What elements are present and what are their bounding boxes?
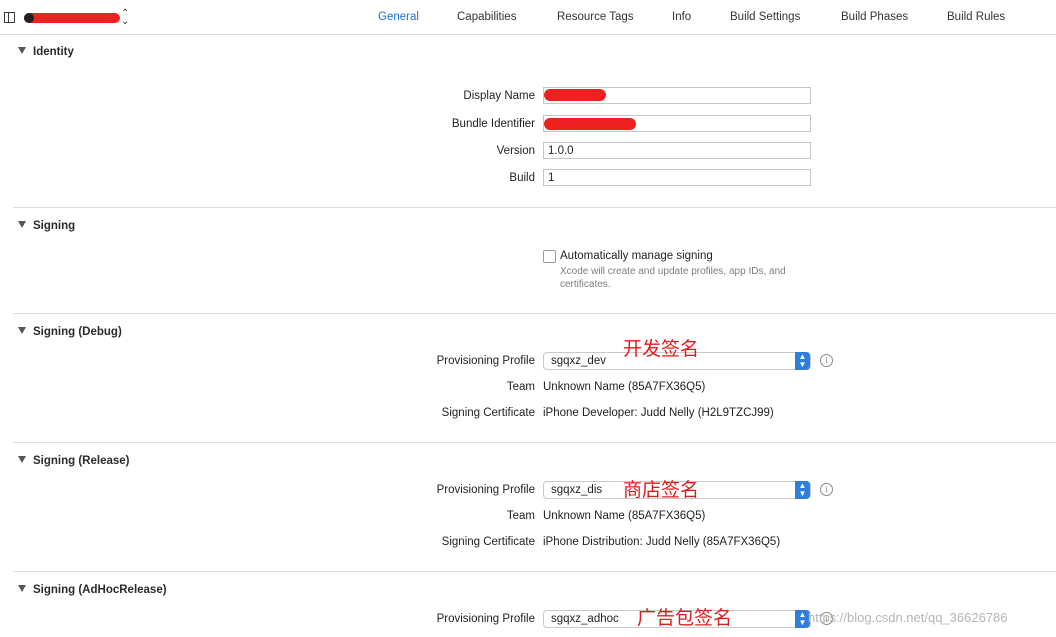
disclosure-triangle-icon[interactable] [18, 221, 26, 228]
release-team-label: Team [506, 510, 535, 522]
version-label: Version [496, 145, 535, 157]
watermark-text: https://blog.csdn.net/qq_36626786 [808, 610, 1008, 625]
tab-capabilities[interactable]: Capabilities [457, 11, 516, 23]
debug-annotation: 开发签名 [623, 338, 700, 360]
disclosure-triangle-icon[interactable] [18, 47, 26, 54]
release-team-value: Unknown Name (85A7FX36Q5) [543, 510, 706, 522]
section-title: Identity [33, 46, 74, 58]
section-divider [13, 313, 1056, 314]
section-identity-header[interactable]: Identity [18, 46, 74, 58]
tab-resource-tags[interactable]: Resource Tags [557, 11, 634, 23]
bundle-identifier-label: Bundle Identifier [451, 118, 535, 130]
debug-profile-label: Provisioning Profile [436, 355, 535, 367]
adhoc-profile-label: Provisioning Profile [436, 613, 535, 625]
info-icon[interactable]: i [820, 354, 833, 367]
info-icon[interactable]: i [820, 483, 833, 496]
tab-info[interactable]: Info [672, 11, 691, 23]
debug-team-label: Team [506, 381, 535, 393]
disclosure-triangle-icon[interactable] [18, 585, 26, 592]
section-signing-adhoc-header[interactable]: Signing (AdHocRelease) [18, 584, 167, 596]
popup-chevron-icon[interactable]: ▲ ▼ [795, 352, 810, 370]
popup-chevron-icon[interactable]: ▲ ▼ [795, 481, 810, 499]
section-title: Signing (AdHocRelease) [33, 584, 167, 596]
build-label: Build [509, 172, 535, 184]
section-title: Signing (Release) [33, 455, 130, 467]
debug-profile-value: sgqxz_dev [551, 355, 606, 367]
release-annotation: 商店签名 [623, 479, 700, 501]
section-divider [13, 442, 1056, 443]
disclosure-triangle-icon[interactable] [18, 327, 26, 334]
tab-build-settings[interactable]: Build Settings [730, 11, 800, 23]
bundle-identifier-redaction [544, 118, 636, 130]
editor-tab-bar: ⌃ ⌄ General Capabilities Resource Tags In… [0, 0, 1056, 35]
section-title: Signing [33, 220, 76, 232]
section-title: Signing (Debug) [33, 326, 122, 338]
target-selector-redacted[interactable] [24, 13, 120, 23]
adhoc-annotation: 广告包签名 [637, 607, 733, 629]
display-name-label: Display Name [463, 90, 535, 102]
section-divider [13, 207, 1056, 208]
release-profile-label: Provisioning Profile [436, 484, 535, 496]
release-profile-value: sgqxz_dis [551, 484, 603, 496]
sidebar-toggle-icon[interactable] [4, 12, 15, 23]
release-cert-label: Signing Certificate [441, 536, 535, 548]
build-field[interactable]: 1 [543, 169, 811, 186]
tab-build-rules[interactable]: Build Rules [947, 11, 1005, 23]
target-icon [24, 13, 34, 23]
target-chevron-icon[interactable]: ⌃ ⌄ [121, 9, 129, 27]
adhoc-profile-value: sgqxz_adhoc [551, 613, 619, 625]
debug-cert-value: iPhone Developer: Judd Nelly (H2L9TZCJ99… [543, 407, 774, 419]
version-field[interactable]: 1.0.0 [543, 142, 811, 159]
release-cert-value: iPhone Distribution: Judd Nelly (85A7FX3… [543, 536, 781, 548]
auto-manage-signing-note: Xcode will create and update profiles, a… [560, 266, 786, 290]
display-name-redaction [544, 89, 606, 101]
debug-team-value: Unknown Name (85A7FX36Q5) [543, 381, 706, 393]
auto-manage-signing-checkbox[interactable] [543, 250, 556, 263]
section-signing-release-header[interactable]: Signing (Release) [18, 455, 130, 467]
section-divider [13, 571, 1056, 572]
auto-manage-signing-label[interactable]: Automatically manage signing [560, 250, 713, 262]
section-signing-debug-header[interactable]: Signing (Debug) [18, 326, 122, 338]
disclosure-triangle-icon[interactable] [18, 456, 26, 463]
tab-build-phases[interactable]: Build Phases [841, 11, 908, 23]
section-signing-header[interactable]: Signing [18, 220, 75, 232]
tab-general[interactable]: General [378, 11, 419, 23]
debug-cert-label: Signing Certificate [441, 407, 535, 419]
